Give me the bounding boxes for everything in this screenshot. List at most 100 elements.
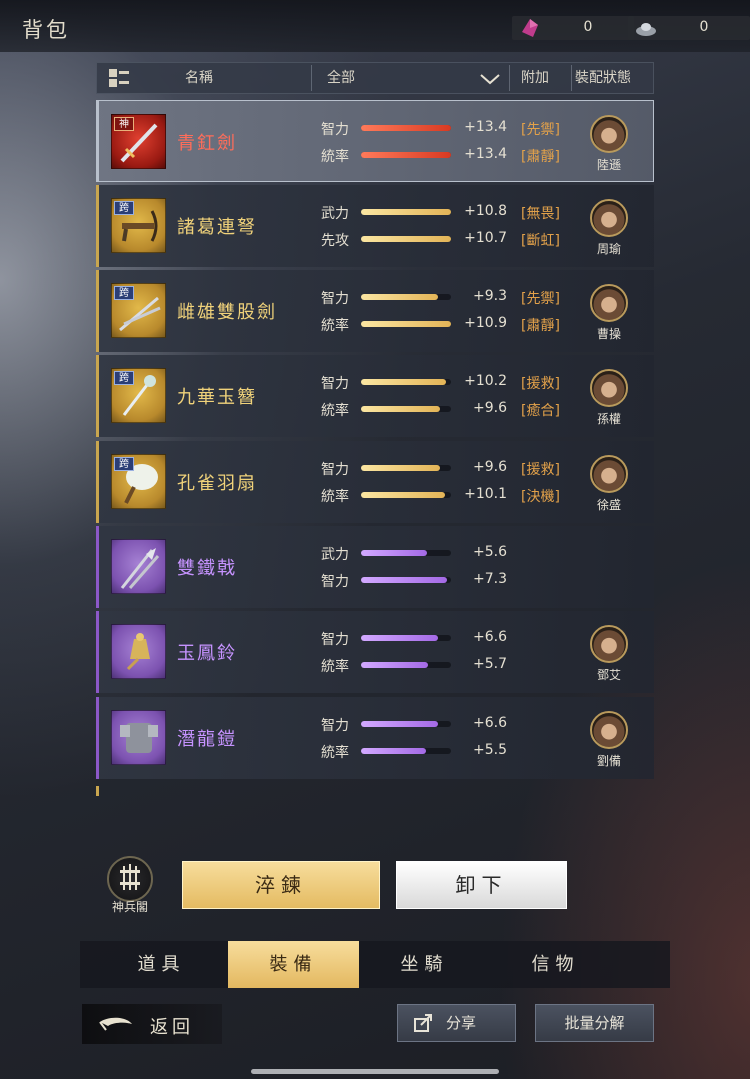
stat-line: 統率 +10.9 bbox=[321, 314, 507, 334]
stat-line: 統率 +13.4 bbox=[321, 145, 507, 165]
stat-value: +10.2 bbox=[464, 373, 507, 389]
list-view-icon[interactable] bbox=[109, 69, 129, 87]
stat-label: 智力 bbox=[321, 122, 349, 138]
hero-name: 陸遜 bbox=[596, 158, 621, 172]
stat-bar bbox=[361, 748, 451, 754]
stat-value: +10.7 bbox=[464, 230, 507, 246]
refine-button[interactable]: 淬鍊 bbox=[182, 861, 380, 909]
unequip-button[interactable]: 卸下 bbox=[396, 861, 567, 909]
equipment-row[interactable]: 玉鳳鈴 智力 +6.6 統率 +5.7 鄧艾 bbox=[96, 611, 654, 693]
chevron-down-icon[interactable] bbox=[479, 73, 501, 85]
hero-name: 曹操 bbox=[596, 327, 621, 341]
stat-bar bbox=[361, 152, 451, 158]
hero-avatar bbox=[590, 711, 628, 749]
header-status: 裝配狀態 bbox=[575, 70, 631, 86]
equipment-row[interactable]: 潛龍鎧 智力 +6.6 統率 +5.5 劉備 bbox=[96, 697, 654, 779]
equipped-hero[interactable]: 孫權 bbox=[587, 369, 631, 433]
home-indicator[interactable] bbox=[251, 1069, 499, 1074]
stat-line: 統率 +5.5 bbox=[321, 741, 507, 761]
equipped-hero[interactable]: 陸遜 bbox=[587, 115, 631, 179]
stat-value: +13.4 bbox=[464, 119, 507, 135]
bonus-skill: [癒合] bbox=[521, 403, 560, 419]
stat-bar bbox=[361, 236, 451, 242]
tab-equipment[interactable]: 裝備 bbox=[228, 941, 359, 988]
stat-value: +6.6 bbox=[473, 629, 507, 645]
stat-label: 統率 bbox=[321, 149, 349, 165]
stat-bar bbox=[361, 635, 451, 641]
equipment-row[interactable]: 神青釭劍 智力 +13.4 統率 +13.4 [先禦] [肅靜] 陸遜 bbox=[96, 100, 654, 182]
tab-mounts[interactable]: 坐騎 bbox=[359, 941, 490, 988]
back-arrow-icon bbox=[99, 1017, 132, 1031]
equipped-hero[interactable]: 徐盛 bbox=[587, 455, 631, 519]
bonus-skill: [先禦] bbox=[521, 291, 560, 307]
divine-weapon-hall-button[interactable]: 神兵閣 bbox=[104, 856, 156, 916]
stat-line: 武力 +5.6 bbox=[321, 543, 507, 563]
stat-bar-fill bbox=[361, 721, 438, 727]
equipped-hero[interactable]: 鄧艾 bbox=[587, 625, 631, 689]
stat-value: +10.1 bbox=[464, 486, 507, 502]
hero-name: 孫權 bbox=[596, 412, 621, 426]
hero-avatar bbox=[590, 625, 628, 663]
tab-items[interactable]: 道具 bbox=[96, 941, 227, 988]
hero-name: 鄧艾 bbox=[596, 668, 621, 682]
stat-label: 智力 bbox=[321, 632, 349, 648]
equipment-row[interactable]: 雙鐵戟 武力 +5.6 智力 +7.3 bbox=[96, 526, 654, 608]
stat-bar bbox=[361, 662, 451, 668]
stat-value: +10.8 bbox=[464, 203, 507, 219]
equipped-hero[interactable]: 劉備 bbox=[587, 711, 631, 775]
filter-dropdown[interactable]: 全部 bbox=[327, 63, 355, 93]
stat-value: +9.6 bbox=[473, 459, 507, 475]
equipment-row[interactable]: 跨九華玉簪 智力 +10.2 統率 +9.6 [援救] [癒合] 孫權 bbox=[96, 355, 654, 437]
hero-name: 徐盛 bbox=[596, 498, 621, 512]
stat-bar bbox=[361, 379, 451, 385]
stat-value: +7.3 bbox=[473, 571, 507, 587]
equipment-row[interactable]: 跨雌雄雙股劍 智力 +9.3 統率 +10.9 [先禦] [肅靜] 曹操 bbox=[96, 270, 654, 352]
stat-label: 統率 bbox=[321, 745, 349, 761]
silver-ingot-icon bbox=[636, 23, 656, 36]
equipment-row[interactable]: 跨諸葛連弩 武力 +10.8 先攻 +10.7 [無畏] [斷虹] 周瑜 bbox=[96, 185, 654, 267]
stat-bar-fill bbox=[361, 550, 427, 556]
item-name: 諸葛連弩 bbox=[177, 217, 257, 238]
stat-bar bbox=[361, 209, 451, 215]
stat-bar bbox=[361, 406, 451, 412]
bonus-skill: [援救] bbox=[521, 376, 560, 392]
stat-bar-fill bbox=[361, 577, 447, 583]
item-name: 九華玉簪 bbox=[177, 387, 257, 408]
stat-value: +9.3 bbox=[473, 288, 507, 304]
back-button[interactable]: 返回 bbox=[82, 1004, 222, 1044]
batch-decompose-button[interactable]: 批量分解 bbox=[535, 1004, 654, 1042]
rarity-tag: 跨 bbox=[114, 371, 134, 385]
hero-avatar bbox=[590, 369, 628, 407]
hero-avatar bbox=[590, 284, 628, 322]
purple-crystal-icon bbox=[522, 19, 538, 37]
armor-icon bbox=[111, 710, 166, 765]
equipment-row[interactable]: 跨孔雀羽扇 智力 +9.6 統率 +10.1 [援救] [決機] 徐盛 bbox=[96, 441, 654, 523]
stat-bar-fill bbox=[361, 125, 451, 131]
rarity-tag: 跨 bbox=[114, 201, 134, 215]
stat-label: 統率 bbox=[321, 489, 349, 505]
hero-avatar bbox=[590, 455, 628, 493]
stat-label: 智力 bbox=[321, 574, 349, 590]
equipped-hero[interactable]: 曹操 bbox=[587, 284, 631, 348]
item-name: 孔雀羽扇 bbox=[177, 473, 257, 494]
hero-name: 周瑜 bbox=[596, 242, 621, 256]
weapon-rack-icon bbox=[107, 856, 153, 902]
category-tabs: 道具 裝備 坐騎 信物 bbox=[80, 941, 670, 988]
header-name[interactable]: 名稱 bbox=[185, 63, 213, 93]
item-name: 雌雄雙股劍 bbox=[177, 302, 277, 323]
bonus-skill: [肅靜] bbox=[521, 149, 560, 165]
tab-tokens[interactable]: 信物 bbox=[490, 941, 621, 988]
stat-bar bbox=[361, 465, 451, 471]
stat-bar bbox=[361, 321, 451, 327]
feather-fan-icon: 跨 bbox=[111, 454, 166, 509]
stat-bar bbox=[361, 294, 451, 300]
stat-line: 武力 +10.8 bbox=[321, 202, 507, 222]
stat-value: +5.5 bbox=[473, 742, 507, 758]
bell-icon bbox=[111, 624, 166, 679]
hero-name: 劉備 bbox=[596, 754, 621, 768]
hero-avatar bbox=[590, 199, 628, 237]
bonus-skill: [肅靜] bbox=[521, 318, 560, 334]
share-button[interactable]: 分享 bbox=[397, 1004, 516, 1042]
equipped-hero[interactable]: 周瑜 bbox=[587, 199, 631, 263]
stat-label: 統率 bbox=[321, 403, 349, 419]
